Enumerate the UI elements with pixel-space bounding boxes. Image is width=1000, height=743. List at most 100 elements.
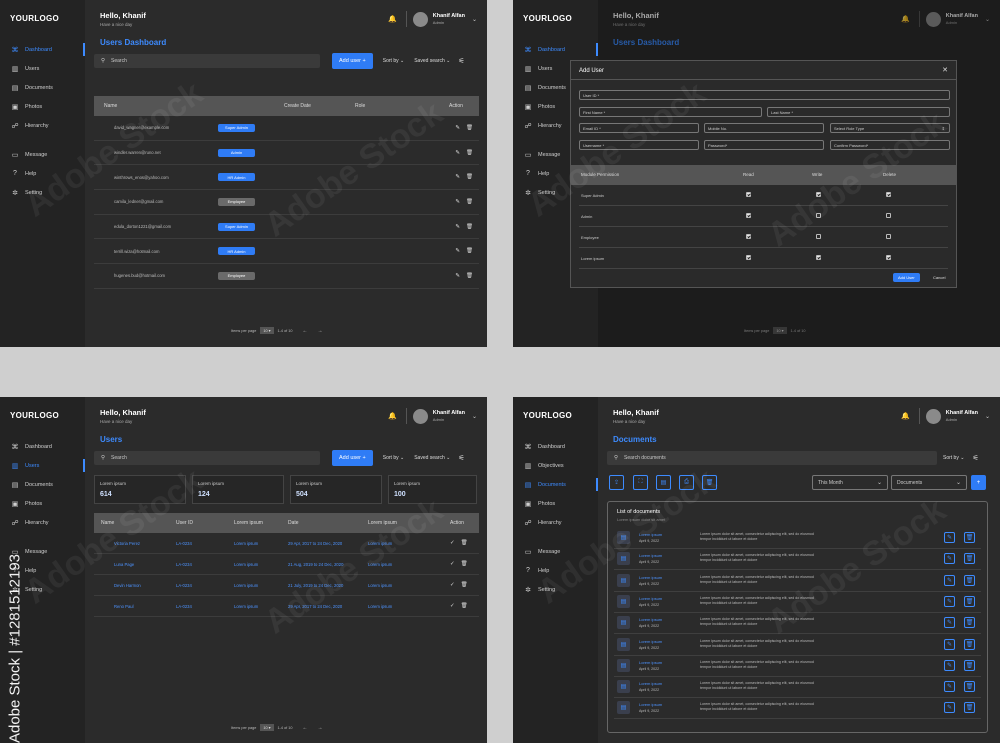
- edit-icon[interactable]: ✎: [944, 574, 955, 586]
- print-icon[interactable]: ⎙: [679, 475, 694, 490]
- edit-icon[interactable]: ✎: [944, 617, 955, 629]
- user-id-field[interactable]: User ID *: [579, 90, 950, 100]
- list-item[interactable]: ▤ Lorem ipsum April 9, 2022 Lorem ipsum dol…: [614, 613, 981, 635]
- trash-icon[interactable]: 🗑: [461, 582, 468, 588]
- table-row[interactable]: hugenes.bud@hotmail.com Employee ✎ 🗑: [94, 264, 479, 289]
- sidebar-item-help[interactable]: ? Help: [513, 561, 598, 580]
- read-checkbox[interactable]: [746, 213, 751, 218]
- edit-icon[interactable]: ✎: [944, 532, 955, 543]
- items-per-page-select[interactable]: 10 ▾: [260, 724, 274, 731]
- document-name[interactable]: Lorem ipsum: [639, 532, 662, 537]
- table-row[interactable]: winthrows_enos@yahoo.com HR Admin ✎ 🗑: [94, 165, 479, 191]
- sidebar-item-documents[interactable]: ▤ Documents: [513, 475, 598, 494]
- bell-icon[interactable]: 🔔: [388, 412, 397, 420]
- password-field[interactable]: Password*: [704, 140, 824, 150]
- trash-icon[interactable]: 🗑: [461, 540, 468, 546]
- sidebar-item-users[interactable]: ▥ Users: [0, 59, 85, 78]
- user-menu[interactable]: 🔔 Khanif Alfan Admin ⌄: [388, 408, 477, 424]
- del-checkbox[interactable]: [886, 213, 891, 218]
- chevron-down-icon[interactable]: ⌄: [985, 413, 990, 420]
- edit-icon[interactable]: ✎: [455, 174, 460, 180]
- trash-icon[interactable]: 🗑: [964, 659, 975, 671]
- items-per-page-select[interactable]: 10 ▾: [260, 327, 274, 334]
- user-menu[interactable]: 🔔 Khanif Alfan Admin ⌄: [901, 408, 990, 424]
- user-name-link[interactable]: Devin Harmon: [114, 583, 176, 588]
- sidebar-item-documents[interactable]: ▤ Documents: [0, 475, 85, 494]
- trash-icon[interactable]: 🗑: [964, 681, 975, 693]
- write-checkbox[interactable]: [816, 255, 821, 260]
- filter-icon[interactable]: ⚟: [458, 454, 464, 462]
- search-input[interactable]: ⚲ Search: [94, 54, 320, 68]
- add-user-submit-button[interactable]: Add User: [893, 273, 920, 282]
- sidebar-item-users[interactable]: ▥ Users: [0, 456, 85, 475]
- table-row[interactable]: windler.warren@runo.net Admin ✎ 🗑: [94, 141, 479, 166]
- trash-icon[interactable]: 🗑: [466, 125, 473, 131]
- table-row[interactable]: Reno Paul LA-0234 Lorem ipsum 29 Apr, 2017 …: [94, 596, 479, 617]
- edit-icon[interactable]: ✎: [455, 248, 460, 254]
- read-checkbox[interactable]: [746, 192, 751, 197]
- user-menu[interactable]: 🔔 Khanif Alfan Admin ⌄: [388, 11, 477, 27]
- table-row[interactable]: david_wagner@example.com Super Admin ✎ 🗑: [94, 116, 479, 141]
- trash-icon[interactable]: 🗑: [964, 574, 975, 586]
- edit-icon[interactable]: ✎: [944, 638, 955, 650]
- del-checkbox[interactable]: [886, 234, 891, 239]
- trash-icon[interactable]: 🗑: [461, 603, 468, 609]
- prev-page-icon[interactable]: ←: [303, 328, 308, 334]
- chevron-down-icon[interactable]: ⌄: [472, 16, 477, 23]
- check-icon[interactable]: ✓: [450, 582, 455, 588]
- list-item[interactable]: ▤ Lorem ipsum April 9, 2022 Lorem ipsum dol…: [614, 592, 981, 613]
- sidebar-item-photos[interactable]: ▣ Photos: [0, 494, 85, 513]
- save-icon[interactable]: ▤: [656, 475, 671, 490]
- sidebar-item-setting[interactable]: ✲ Setting: [0, 183, 85, 202]
- table-row[interactable]: Devin Harmon LA-0234 Lorem ipsum 21 July, 2…: [94, 575, 479, 596]
- expand-icon[interactable]: ⛶: [633, 475, 648, 490]
- write-checkbox[interactable]: [816, 234, 821, 239]
- edit-icon[interactable]: ✎: [455, 150, 460, 156]
- document-name[interactable]: Lorem ipsum: [639, 575, 662, 580]
- saved-search-dropdown[interactable]: Saved search ⌄: [414, 455, 450, 461]
- trash-icon[interactable]: 🗑: [964, 532, 975, 543]
- sidebar-item-hierarchy[interactable]: ☍ Hierarchy: [0, 116, 85, 135]
- document-name[interactable]: Lorem ipsum: [639, 617, 662, 622]
- edit-icon[interactable]: ✎: [944, 553, 955, 565]
- sidebar-item-photos[interactable]: ▣ Photos: [513, 494, 598, 513]
- table-row[interactable]: camila_ledner@gmail.com Employee ✎ 🗑: [94, 190, 479, 215]
- trash-icon[interactable]: 🗑: [466, 273, 473, 279]
- trash-icon[interactable]: 🗑: [964, 638, 975, 650]
- search-input[interactable]: ⚲ Search: [94, 451, 320, 465]
- trash-icon[interactable]: 🗑: [964, 595, 975, 607]
- trash-icon[interactable]: 🗑: [466, 224, 473, 230]
- check-icon[interactable]: ✓: [450, 561, 455, 567]
- add-document-button[interactable]: +: [971, 475, 986, 490]
- trash-icon[interactable]: 🗑: [466, 199, 473, 205]
- search-documents-input[interactable]: ⚲ Search documents: [607, 451, 937, 465]
- edit-icon[interactable]: ✎: [944, 595, 955, 607]
- edit-icon[interactable]: ✎: [944, 681, 955, 693]
- trash-icon[interactable]: 🗑: [702, 475, 717, 490]
- table-row[interactable]: Luna Page LA-0234 Lorem ipsum 21 Aug, 2019 …: [94, 554, 479, 575]
- list-item[interactable]: ▤ Lorem ipsum April 9, 2022 Lorem ipsum dol…: [614, 635, 981, 656]
- month-filter-select[interactable]: This Month ⌄: [812, 475, 888, 490]
- trash-icon[interactable]: 🗑: [466, 174, 473, 180]
- sidebar-item-dashboard[interactable]: ⌘ Dashboard: [513, 437, 598, 456]
- document-name[interactable]: Lorem ipsum: [639, 553, 662, 558]
- edit-icon[interactable]: ✎: [455, 125, 460, 131]
- document-name[interactable]: Lorem ipsum: [639, 639, 662, 644]
- user-name-link[interactable]: Victoria Perez: [114, 541, 176, 546]
- list-item[interactable]: ▤ Lorem ipsum April 9, 2022 Lorem ipsum dol…: [614, 656, 981, 677]
- sidebar-item-dashboard[interactable]: ⌘ Dashboard: [0, 437, 85, 456]
- first-name-field[interactable]: First Name *: [579, 107, 762, 117]
- last-name-field[interactable]: Last Name *: [767, 107, 950, 117]
- list-item[interactable]: ▤ Lorem ipsum April 9, 2022 Lorem ipsum dol…: [614, 677, 981, 699]
- document-name[interactable]: Lorem ipsum: [639, 681, 662, 686]
- list-item[interactable]: ▤ Lorem ipsum April 9, 2022 Lorem ipsum dol…: [614, 528, 981, 549]
- confirm-password-field[interactable]: Confirm Password*: [830, 140, 950, 150]
- sort-by-dropdown[interactable]: Sort by ⌄: [383, 455, 404, 461]
- chevron-down-icon[interactable]: ⌄: [472, 413, 477, 420]
- close-icon[interactable]: ✕: [942, 66, 948, 74]
- filter-icon[interactable]: ⚟: [458, 57, 464, 65]
- trash-icon[interactable]: 🗑: [964, 702, 975, 714]
- sort-by-dropdown[interactable]: Sort by ⌄: [383, 58, 404, 64]
- check-icon[interactable]: ✓: [450, 603, 455, 609]
- filter-icon[interactable]: ⚟: [972, 454, 978, 462]
